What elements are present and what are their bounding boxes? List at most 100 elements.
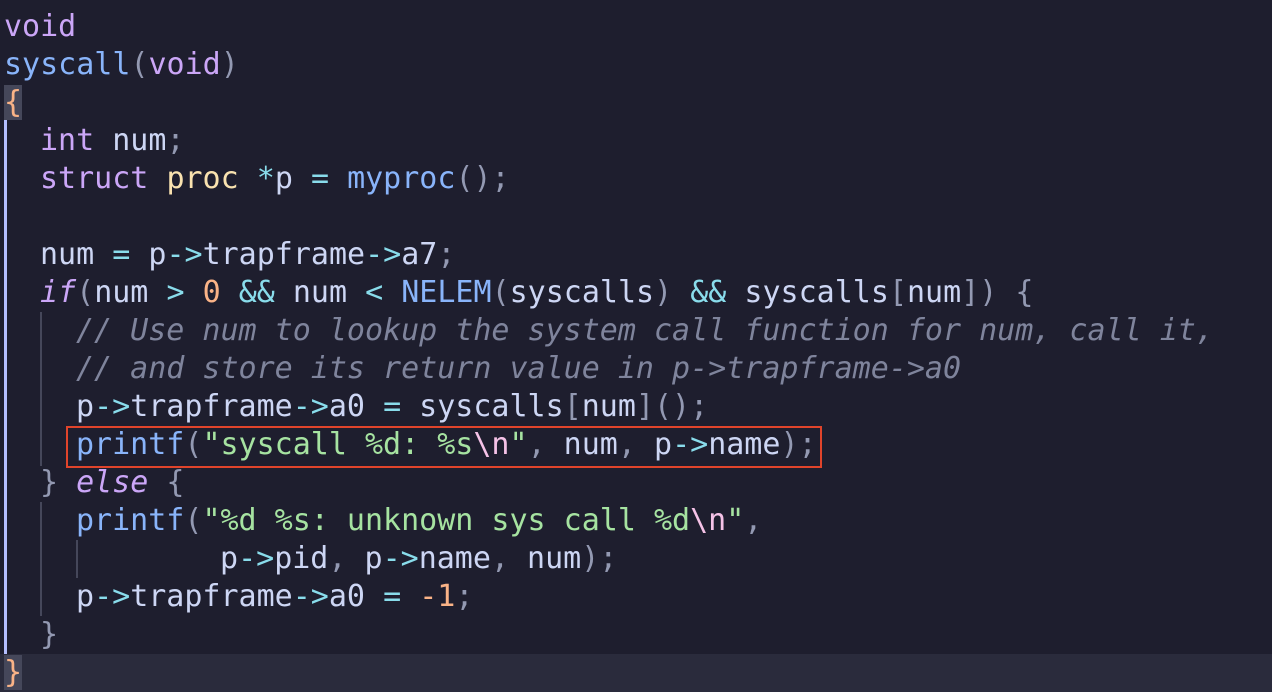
code-token: trapframe — [130, 389, 293, 424]
code-line-text: // Use num to lookup the system call fun… — [76, 312, 1214, 350]
code-line[interactable]: } — [0, 616, 1272, 654]
code-token: , — [328, 541, 347, 576]
code-line-text: // and store its return value in p->trap… — [76, 350, 961, 388]
code-token: myproc — [347, 161, 456, 196]
code-token: syscalls — [509, 275, 655, 310]
code-line[interactable]: struct proc *p = myproc(); — [0, 160, 1272, 198]
code-token: trapframe — [130, 579, 293, 614]
code-token: < — [365, 275, 384, 310]
code-token: name — [418, 541, 491, 576]
code-line-text: syscall(void) — [4, 46, 239, 84]
code-token: num — [94, 123, 167, 158]
code-line-text: void — [4, 8, 76, 46]
code-line[interactable]: // Use num to lookup the system call fun… — [0, 312, 1272, 350]
code-line[interactable]: num = p->trapframe->a7; — [0, 236, 1272, 274]
code-token: num — [907, 275, 962, 310]
code-token: syscalls — [401, 389, 564, 424]
code-token: -> — [94, 579, 131, 614]
code-line[interactable]: void — [0, 8, 1272, 46]
code-token: " — [726, 503, 745, 538]
code-token: num — [40, 237, 113, 272]
code-token: { — [4, 85, 23, 120]
code-token: && — [238, 275, 275, 310]
code-token: int — [40, 123, 95, 158]
code-token: (); — [455, 161, 510, 196]
annotation-highlight-box — [66, 426, 822, 468]
code-token: * — [256, 161, 275, 196]
code-token: ](); — [635, 389, 709, 424]
code-token: printf — [76, 503, 185, 538]
code-line-text: p->trapframe->a0 = syscalls[num](); — [76, 388, 708, 426]
code-line-text: } — [4, 654, 23, 692]
code-token: trapframe — [202, 237, 366, 272]
code-line-text: } else { — [40, 464, 185, 502]
code-token: a0 — [328, 579, 384, 614]
code-token: if — [40, 275, 77, 310]
code-line[interactable]: } else { — [0, 464, 1272, 502]
code-token: p — [346, 541, 383, 576]
code-line[interactable]: { — [0, 84, 1272, 122]
code-line[interactable]: p->trapframe->a0 = -1; — [0, 578, 1272, 616]
code-line[interactable]: p->pid, p->name, num); — [0, 540, 1272, 578]
code-token: { — [148, 465, 185, 500]
code-token: && — [690, 275, 727, 310]
code-token: ( — [76, 275, 95, 310]
code-token: { — [997, 275, 1034, 310]
code-line[interactable]: int num; — [0, 122, 1272, 160]
code-line-text: struct proc *p = myproc(); — [40, 160, 510, 198]
code-token: ) — [220, 47, 239, 82]
code-token: -1 — [419, 579, 456, 614]
code-line[interactable]: if(num > 0 && num < NELEM(syscalls) && s… — [0, 274, 1272, 312]
code-token: syscall — [4, 47, 131, 82]
code-token: = — [383, 579, 402, 614]
code-token: struct — [40, 161, 149, 196]
code-line[interactable]: } — [0, 654, 1272, 692]
code-token: p — [220, 541, 239, 576]
code-token: ( — [184, 503, 203, 538]
code-line[interactable] — [0, 198, 1272, 236]
code-token: num — [581, 389, 636, 424]
code-token: pid — [274, 541, 329, 576]
code-token: ( — [130, 47, 149, 82]
code-token: "%d %s: unknown sys call %d — [202, 503, 691, 538]
code-token: ; — [166, 123, 185, 158]
code-token: , — [490, 541, 509, 576]
code-line-text: printf("%d %s: unknown sys call %d\n", — [76, 502, 762, 540]
code-token: num — [274, 275, 366, 310]
code-line[interactable]: syscall(void) — [0, 46, 1272, 84]
code-editor[interactable]: void syscall(void){int num; struct proc *p… — [0, 0, 1272, 692]
code-token: = — [310, 161, 329, 196]
code-token: \n — [690, 503, 727, 538]
code-token: NELEM — [401, 275, 492, 310]
code-token: p — [274, 161, 311, 196]
code-token: = — [383, 389, 402, 424]
code-token: = — [112, 237, 131, 272]
code-token: void — [4, 9, 77, 44]
code-token: -> — [292, 389, 329, 424]
code-token: num — [94, 275, 167, 310]
code-line[interactable]: // and store its return value in p->trap… — [0, 350, 1272, 388]
code-line-text: p->pid, p->name, num); — [220, 540, 617, 578]
code-token: ]) — [961, 275, 998, 310]
code-token: -> — [238, 541, 275, 576]
code-line-text: p->trapframe->a0 = -1; — [76, 578, 473, 616]
code-token: ) — [654, 275, 673, 310]
code-token: num — [509, 541, 582, 576]
code-token: p — [76, 389, 95, 424]
code-line[interactable]: p->trapframe->a0 = syscalls[num](); — [0, 388, 1272, 426]
code-token: // Use num to lookup the system call fun… — [76, 313, 1214, 348]
code-token: -> — [292, 579, 329, 614]
code-token: ( — [491, 275, 510, 310]
code-token: -> — [94, 389, 131, 424]
code-line-text: int num; — [40, 122, 185, 160]
code-line[interactable]: printf("%d %s: unknown sys call %d\n", — [0, 502, 1272, 540]
code-token: [ — [888, 275, 907, 310]
code-token: ; — [437, 237, 456, 272]
code-token: -> — [166, 237, 203, 272]
